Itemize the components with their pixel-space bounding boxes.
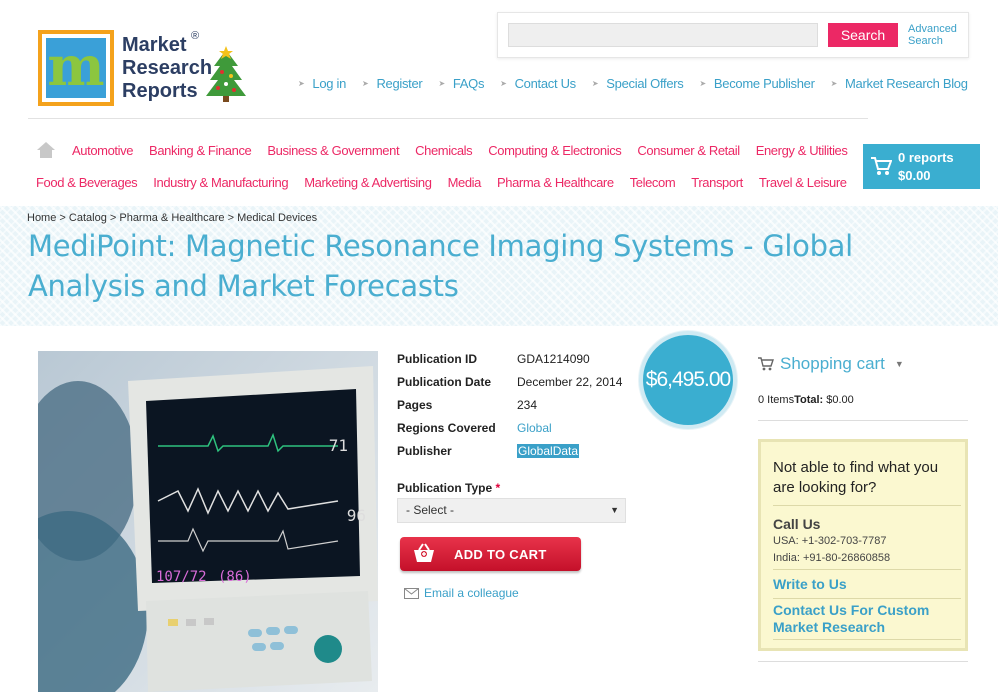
category-link[interactable]: Food & Beverages: [36, 175, 138, 190]
divider: [758, 420, 968, 421]
site-logo[interactable]: m Market Research Reports ®: [38, 28, 253, 108]
basket-icon: [414, 543, 434, 562]
breadcrumb-catalog[interactable]: Catalog: [69, 212, 107, 224]
chevron-down-icon: ▼: [894, 359, 904, 369]
top-nav: ➤ Log in ➤ Register ➤ FAQs ➤ Contact Us ➤ Spe…: [298, 76, 968, 91]
publication-type-select[interactable]: - Select - ▼: [397, 498, 626, 523]
call-us-heading: Call Us: [773, 516, 821, 532]
nav-special-offers[interactable]: ➤ Special Offers: [592, 76, 684, 91]
divider: [28, 118, 868, 119]
arrow-icon: ➤: [699, 79, 707, 88]
logo-text: Market Research Reports: [122, 34, 213, 102]
christmas-tree-icon: [206, 46, 246, 102]
cart-total: $0.00: [898, 168, 931, 183]
nav-faqs[interactable]: ➤ FAQs: [438, 76, 484, 91]
category-link[interactable]: Consumer & Retail: [637, 143, 740, 158]
envelope-icon: [404, 587, 419, 599]
product-image: 71 96 107/72 (86): [38, 351, 378, 692]
arrow-icon: ➤: [591, 79, 599, 88]
search-input[interactable]: [508, 23, 818, 47]
svg-text:96: 96: [347, 506, 366, 525]
category-link[interactable]: Marketing & Advertising: [304, 175, 432, 190]
breadcrumb: Home > Catalog > Pharma & Healthcare > M…: [27, 212, 318, 224]
regions-link[interactable]: Global: [517, 421, 552, 435]
page-title: MediPoint: Magnetic Resonance Imaging Sy…: [28, 229, 853, 303]
shopping-cart-toggle[interactable]: Shopping cart ▼: [758, 354, 904, 374]
category-link[interactable]: Pharma & Healthcare: [497, 175, 614, 190]
cart-icon: [871, 157, 892, 175]
write-to-us-link[interactable]: Write to Us: [773, 576, 958, 593]
phone-usa: USA: +1-302-703-7787: [773, 535, 887, 547]
category-link[interactable]: Transport: [691, 175, 743, 190]
svg-text:(86): (86): [218, 569, 252, 585]
detail-pages: Pages 234: [397, 398, 538, 412]
category-nav-row-2: Food & Beverages Industry & Manufacturin…: [36, 175, 847, 190]
category-nav-row-1: Automotive Banking & Finance Business & …: [72, 143, 848, 158]
arrow-icon: ➤: [298, 79, 305, 88]
arrow-icon: ➤: [830, 79, 838, 88]
cart-count: 0 reports: [898, 150, 954, 165]
search-box: Search Advanced Search: [497, 12, 969, 58]
advanced-search-link[interactable]: Advanced Search: [908, 23, 968, 47]
divider: [758, 661, 968, 662]
svg-text:107/72: 107/72: [156, 569, 207, 585]
detail-regions: Regions Covered Global: [397, 421, 552, 435]
page: m Market Research Reports ® Search Advan…: [0, 0, 998, 692]
logo-mark: m: [38, 30, 114, 106]
category-link[interactable]: Banking & Finance: [149, 143, 252, 158]
nav-login[interactable]: ➤ Log in: [298, 76, 346, 91]
shopping-cart-summary: 0 ItemsTotal: $0.00: [758, 394, 854, 406]
email-colleague-link[interactable]: Email a colleague: [404, 586, 519, 600]
nav-blog[interactable]: ➤ Market Research Blog: [831, 76, 968, 91]
nav-register[interactable]: ➤ Register: [362, 76, 423, 91]
nav-become-publisher[interactable]: ➤ Become Publisher: [700, 76, 815, 91]
category-link[interactable]: Computing & Electronics: [488, 143, 622, 158]
category-link[interactable]: Industry & Manufacturing: [153, 175, 288, 190]
category-link[interactable]: Media: [448, 175, 482, 190]
category-link[interactable]: Travel & Leisure: [759, 175, 847, 190]
category-link[interactable]: Chemicals: [415, 143, 472, 158]
detail-publisher: Publisher GlobalData: [397, 444, 580, 458]
category-link[interactable]: Business & Government: [267, 143, 399, 158]
caret-down-icon: ▼: [610, 505, 619, 515]
publisher-link[interactable]: GlobalData: [517, 444, 580, 458]
price-badge: $6,495.00: [639, 331, 737, 429]
arrow-icon: ➤: [500, 79, 507, 88]
help-question: Not able to find what you are looking fo…: [773, 459, 939, 496]
add-to-cart-button[interactable]: ADD TO CART: [400, 537, 581, 571]
detail-publication-date: Publication Date December 22, 2014: [397, 375, 623, 389]
detail-publication-id: Publication ID GDA1214090: [397, 352, 590, 366]
cart-icon: [758, 357, 774, 371]
header-cart-button[interactable]: 0 reports $0.00: [863, 144, 980, 189]
category-link[interactable]: Energy & Utilities: [756, 143, 848, 158]
breadcrumb-home[interactable]: Home: [27, 212, 56, 224]
custom-research-link[interactable]: Contact Us For Custom Market Research: [773, 602, 958, 636]
publication-type-label: Publication Type *: [397, 481, 501, 495]
breadcrumb-category[interactable]: Pharma & Healthcare: [119, 212, 224, 224]
phone-india: India: +91-80-26860858: [773, 552, 891, 564]
category-link[interactable]: Telecom: [630, 175, 676, 190]
arrow-icon: ➤: [438, 79, 445, 88]
nav-contact-us[interactable]: ➤ Contact Us: [500, 76, 576, 91]
help-box: Not able to find what you are looking fo…: [758, 439, 968, 651]
breadcrumb-subcategory[interactable]: Medical Devices: [237, 212, 317, 224]
category-link[interactable]: Automotive: [72, 143, 133, 158]
search-button[interactable]: Search: [828, 23, 898, 47]
registered-mark: ®: [191, 30, 200, 42]
home-icon[interactable]: [37, 142, 55, 158]
svg-text:71: 71: [329, 436, 348, 455]
arrow-icon: ➤: [362, 79, 369, 88]
